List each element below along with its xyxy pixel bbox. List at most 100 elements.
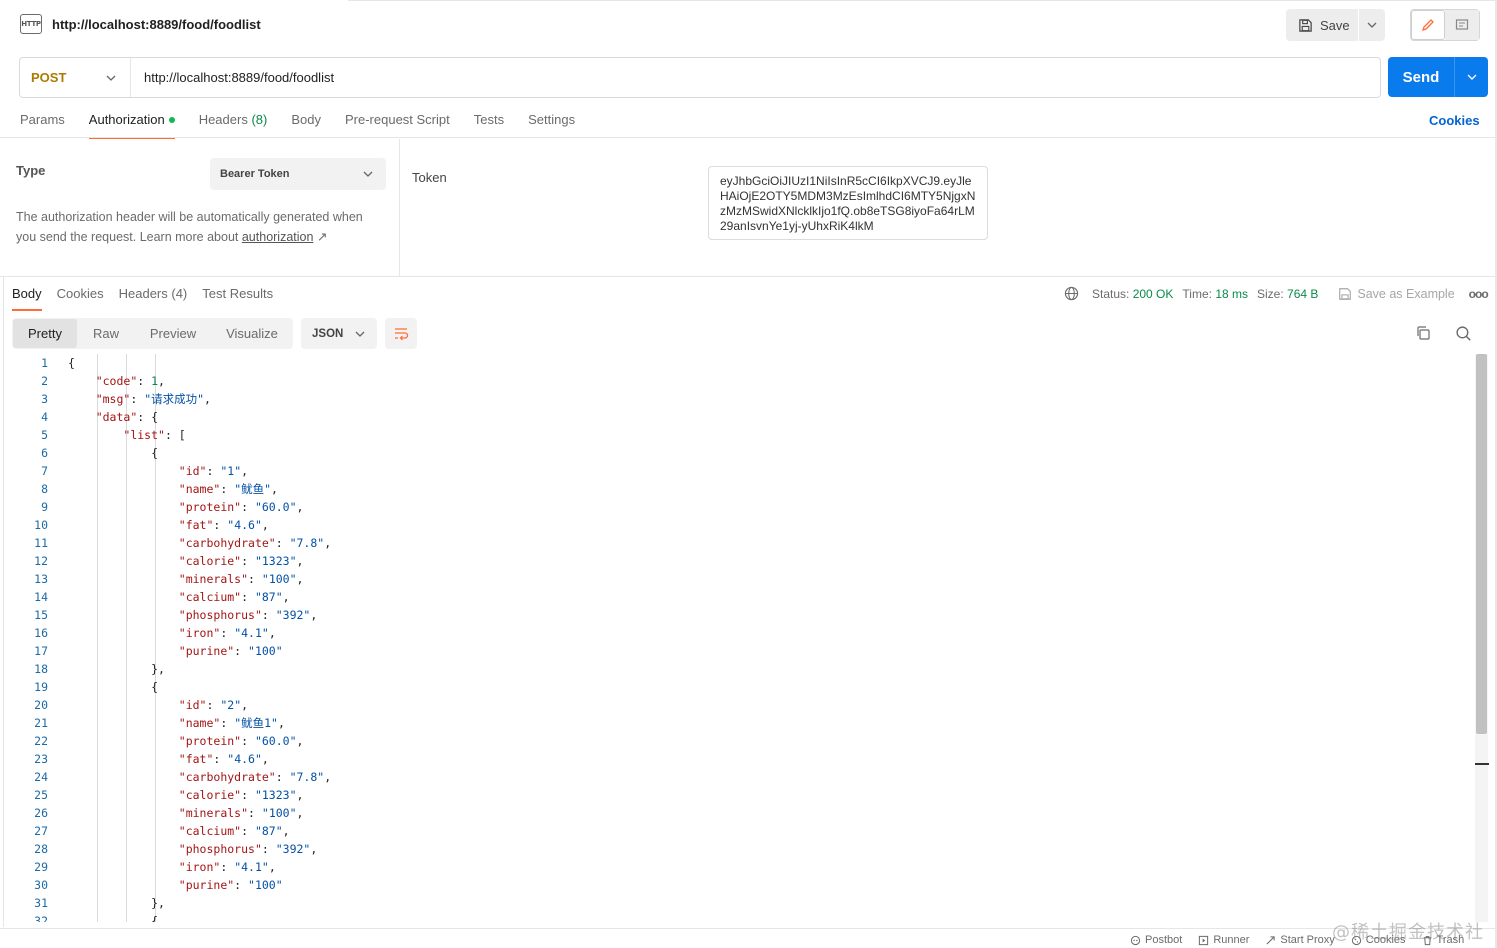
code-text: "calorie": "1323",: [178, 554, 304, 568]
save-options-button[interactable]: [1359, 9, 1385, 41]
code-text: "id": "1",: [178, 464, 249, 478]
auth-type-panel: Type Bearer Token The authorization head…: [0, 139, 400, 277]
code-line: 10 "fat": "4.6",: [4, 516, 1472, 534]
line-number: 8: [41, 482, 48, 496]
code-text: "name": "鱿鱼1",: [178, 716, 285, 730]
scrollbar-thumb[interactable]: [1476, 354, 1487, 734]
line-number: 26: [34, 806, 48, 820]
response-tab-test-results[interactable]: Test Results: [202, 286, 273, 310]
search-icon[interactable]: [1455, 325, 1472, 345]
code-text: "list": [: [123, 428, 186, 442]
request-tabs: Params Authorization Headers (8) Body Pr…: [20, 112, 599, 139]
line-number: 1: [41, 356, 48, 370]
copy-icon[interactable]: [1415, 325, 1431, 344]
code-line: 21 "name": "鱿鱼1",: [4, 714, 1472, 732]
code-text: },: [68, 896, 165, 910]
status-footer: Postbot Runner Start Proxy Cookies Trash: [0, 928, 1497, 948]
line-number: 30: [34, 878, 48, 892]
code-line: 12 "calorie": "1323",: [4, 552, 1472, 570]
postbot-icon: [1130, 935, 1141, 945]
wrap-lines-button[interactable]: [385, 318, 417, 349]
code-line: 5 "list": [: [4, 426, 1472, 444]
token-input[interactable]: eyJhbGciOiJIUzI1NiIsInR5cCI6IkpXVCJ9.eyJ…: [708, 166, 988, 240]
auth-type-select[interactable]: Bearer Token: [210, 158, 386, 190]
code-text: {: [68, 914, 159, 922]
auth-type-value: Bearer Token: [220, 168, 290, 180]
more-options-button[interactable]: ooo: [1469, 287, 1489, 301]
line-number: 3: [41, 392, 48, 406]
response-body-code[interactable]: 1{2 "code": 1, 3 "msg": "请求成功", 4 "data": …: [4, 354, 1472, 922]
active-indicator-dot: [168, 116, 175, 123]
code-line: 28 "phosphorus": "392",: [4, 840, 1472, 858]
tab-settings[interactable]: Settings: [528, 112, 575, 138]
authorization-docs-link[interactable]: authorization: [242, 230, 314, 244]
line-number: 10: [34, 518, 48, 532]
code-line: 26 "minerals": "100",: [4, 804, 1472, 822]
url-input[interactable]: http://localhost:8889/food/foodlist: [131, 70, 334, 85]
tab-tests[interactable]: Tests: [474, 112, 504, 138]
tab-label: Settings: [528, 112, 576, 127]
send-button[interactable]: Send: [1388, 57, 1488, 97]
response-tab-headers[interactable]: Headers (4): [119, 286, 188, 310]
watermark-text: @稀土掘金技术社区: [1332, 922, 1484, 943]
url-bar: POST http://localhost:8889/food/foodlist: [19, 57, 1381, 98]
save-button[interactable]: Save: [1286, 9, 1358, 41]
line-number: 15: [34, 608, 48, 622]
cookies-link[interactable]: Cookies: [1429, 113, 1480, 128]
method-select[interactable]: POST: [20, 58, 131, 97]
tab-body[interactable]: Body: [291, 112, 321, 138]
line-number: 27: [34, 824, 48, 838]
response-scrollbar[interactable]: [1475, 354, 1488, 922]
request-title[interactable]: http://localhost:8889/food/foodlist: [52, 17, 261, 32]
line-number: 32: [34, 914, 48, 922]
comments-mode-button[interactable]: [1445, 10, 1479, 40]
line-number: 13: [34, 572, 48, 586]
edit-mode-button[interactable]: [1411, 10, 1445, 40]
scroll-marker: [1475, 763, 1489, 765]
code-text: {: [68, 446, 159, 460]
line-number: 14: [34, 590, 48, 604]
view-visualize[interactable]: Visualize: [211, 319, 293, 348]
footer-runner[interactable]: Runner: [1198, 934, 1249, 946]
code-text: "iron": "4.1",: [178, 626, 276, 640]
tabs-divider: [0, 137, 1497, 138]
size-value[interactable]: 764 B: [1287, 287, 1318, 301]
line-number: 7: [41, 464, 48, 478]
code-text: "id": "2",: [178, 698, 249, 712]
time-value[interactable]: 18 ms: [1215, 287, 1248, 301]
view-pretty[interactable]: Pretty: [13, 319, 77, 348]
view-raw[interactable]: Raw: [77, 319, 135, 348]
tab-label: Test Results: [202, 286, 274, 301]
tab-headers[interactable]: Headers (8): [199, 112, 268, 138]
auth-type-label: Type: [16, 163, 46, 178]
format-select[interactable]: JSON: [301, 318, 377, 349]
chevron-down-icon: [1367, 22, 1377, 28]
code-line: 23 "fat": "4.6",: [4, 750, 1472, 768]
globe-icon[interactable]: [1064, 286, 1079, 301]
code-line: 18 },: [4, 660, 1472, 678]
code-line: 27 "calcium": "87",: [4, 822, 1472, 840]
line-number: 25: [34, 788, 48, 802]
footer-postbot[interactable]: Postbot: [1130, 934, 1182, 946]
code-line: 1{: [4, 354, 1472, 372]
comment-icon: [1455, 19, 1469, 30]
tab-pre-request-script[interactable]: Pre-request Script: [345, 112, 450, 138]
status-value[interactable]: 200 OK: [1133, 287, 1174, 301]
line-number: 9: [41, 500, 48, 514]
response-tab-body[interactable]: Body: [12, 286, 42, 311]
send-options-button[interactable]: [1455, 74, 1488, 80]
code-line: 25 "calorie": "1323",: [4, 786, 1472, 804]
line-number: 23: [34, 752, 48, 766]
tab-authorization[interactable]: Authorization: [88, 112, 175, 139]
footer-label: Start Proxy: [1280, 934, 1335, 946]
view-preview[interactable]: Preview: [135, 319, 211, 348]
code-text: "carbohydrate": "7.8",: [178, 536, 332, 550]
footer-start-proxy[interactable]: Start Proxy: [1265, 934, 1335, 946]
tab-params[interactable]: Params: [20, 112, 65, 138]
line-number: 19: [34, 680, 48, 694]
code-line: 31 },: [4, 894, 1472, 912]
line-number: 16: [34, 626, 48, 640]
save-as-example-button[interactable]: Save as Example: [1338, 287, 1455, 301]
line-number: 22: [34, 734, 48, 748]
response-tab-cookies[interactable]: Cookies: [57, 286, 104, 310]
